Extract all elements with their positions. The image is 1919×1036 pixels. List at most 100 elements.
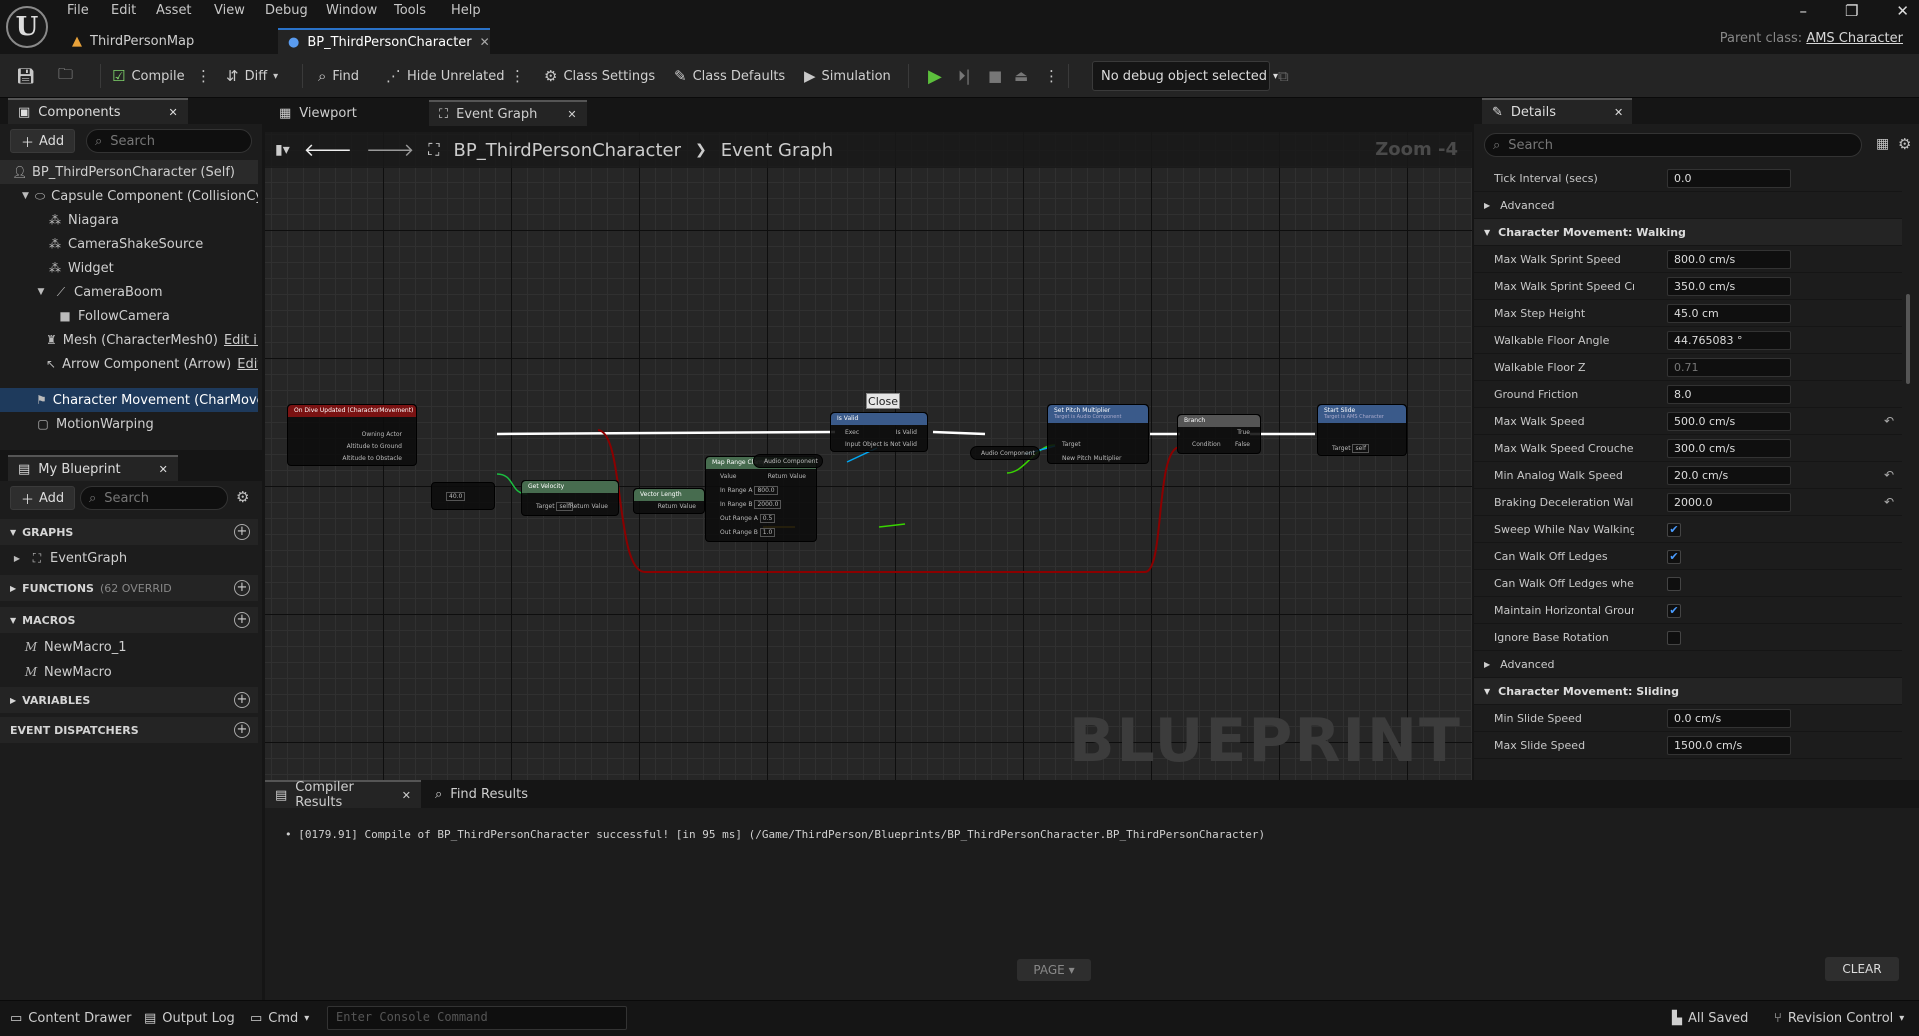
pin-target[interactable]: Target self — [1332, 444, 1370, 453]
revision-control-button[interactable]: ⑂ Revision Control ▾ — [1774, 1001, 1904, 1036]
debug-filter-button[interactable]: ⧉ — [1278, 54, 1289, 98]
pin-in-range-a[interactable]: In Range A 800.0 — [720, 486, 778, 495]
property-checkbox[interactable] — [1667, 631, 1681, 645]
close-icon[interactable]: ✕ — [169, 106, 178, 119]
play-options-icon[interactable]: ⋮ — [1044, 54, 1059, 98]
node-vector-length[interactable]: Vector Length Return Value — [633, 488, 705, 514]
content-drawer-button[interactable]: ▭ Content Drawer — [10, 1001, 131, 1036]
tree-item-motion-warping[interactable]: ▢ MotionWarping — [0, 412, 258, 436]
tab-bp-third-person-character[interactable]: ● BP_ThirdPersonCharacter ✕ — [278, 28, 490, 54]
section-graphs[interactable]: ▼ GRAPHS + — [0, 519, 258, 545]
node-is-valid[interactable]: Is Valid Exec Input Object Is Valid Is N… — [830, 412, 928, 452]
property-value-input[interactable]: 1500.0 cm/s — [1667, 736, 1791, 755]
property-value-input[interactable]: 350.0 cm/s — [1667, 277, 1791, 296]
close-icon[interactable]: ✕ — [1614, 106, 1623, 119]
pin-return-value[interactable]: Return Value — [570, 503, 608, 510]
menu-debug[interactable]: Debug — [265, 3, 308, 18]
menu-edit[interactable]: Edit — [111, 3, 136, 18]
minimize-icon[interactable]: – — [1799, 2, 1807, 20]
section-functions[interactable]: ▶ FUNCTIONS (62 OVERRID + — [0, 575, 258, 601]
property-checkbox[interactable]: ✔ — [1667, 604, 1681, 618]
pin-return-value[interactable]: Return Value — [768, 473, 806, 480]
tree-item-self[interactable]: 👤︎ BP_ThirdPersonCharacter (Self) — [0, 160, 258, 184]
add-dispatcher-icon[interactable]: + — [234, 722, 250, 738]
pin-condition[interactable]: Condition — [1192, 441, 1221, 448]
property-value-input[interactable]: 8.0 — [1667, 385, 1791, 404]
pin-is-valid[interactable]: Is Valid — [896, 429, 917, 436]
property-value-input[interactable]: 300.0 cm/s — [1667, 439, 1791, 458]
node-get-velocity[interactable]: Get Velocity Target self Return Value — [521, 480, 619, 516]
pin-altitude-ground[interactable]: Altitude to Ground — [347, 443, 402, 450]
node-audio-component[interactable]: Audio Component — [753, 454, 823, 468]
node-set-pitch-multiplier[interactable]: Set Pitch Multiplier Target is Audio Com… — [1047, 404, 1149, 464]
section-event-dispatchers[interactable]: EVENT DISPATCHERS + — [0, 717, 258, 743]
node-branch[interactable]: Branch Condition True False — [1177, 414, 1261, 454]
property-checkbox[interactable]: ✔ — [1667, 550, 1681, 564]
forward-arrow-icon[interactable]: 🡒 — [366, 140, 414, 161]
property-value-input[interactable]: 500.0 cm/s — [1667, 412, 1791, 431]
browse-button[interactable]: 🗀 — [58, 54, 73, 98]
edit-in-link[interactable]: Edit in — [237, 357, 258, 372]
menu-tools[interactable]: Tools — [394, 3, 426, 18]
collapse-icon[interactable]: ▼ — [34, 287, 48, 297]
tab-third-person-map[interactable]: ▲ ThirdPersonMap — [62, 28, 272, 54]
reset-to-default-icon[interactable]: ↶ — [1884, 495, 1894, 509]
breadcrumb-graph[interactable]: Event Graph — [721, 140, 834, 161]
add-variable-icon[interactable]: + — [234, 692, 250, 708]
property-checkbox[interactable] — [1667, 577, 1681, 591]
tree-item-capsule[interactable]: ▼ ⬭ Capsule Component (CollisionCylin — [0, 184, 258, 208]
output-log-button[interactable]: ▤ Output Log — [144, 1001, 235, 1036]
pin-return-value[interactable]: Return Value — [658, 503, 696, 510]
diff-button[interactable]: ⇵ Diff ▾ — [226, 54, 278, 98]
property-value-input[interactable]: 0.71 — [1667, 358, 1791, 377]
pin-target[interactable]: Target — [1062, 441, 1081, 448]
tree-item-widget[interactable]: ⁂ Widget — [0, 256, 258, 280]
pin-true[interactable]: True — [1237, 429, 1250, 436]
property-checkbox[interactable]: ✔ — [1667, 523, 1681, 537]
eject-button[interactable]: ⏏ — [1014, 54, 1028, 98]
pin-is-not-valid[interactable]: Is Not Valid — [883, 441, 917, 448]
hide-unrelated-button[interactable]: ⋰ Hide Unrelated — [386, 54, 505, 98]
section-variables[interactable]: ▶ VARIABLES + — [0, 687, 258, 713]
menu-window[interactable]: Window — [326, 3, 377, 18]
collapse-icon[interactable]: ▼ — [22, 191, 29, 201]
settings-gear-icon[interactable]: ⚙ — [236, 488, 249, 506]
menu-help[interactable]: Help — [451, 3, 481, 18]
compile-button[interactable]: ☑ Compile — [112, 54, 185, 98]
tab-compiler-results[interactable]: ▤ Compiler Results ✕ — [265, 780, 421, 810]
property-value-input[interactable]: 0.0 — [1667, 169, 1791, 188]
settings-gear-icon[interactable]: ⚙ — [1898, 135, 1911, 153]
add-graph-icon[interactable]: + — [234, 524, 250, 540]
expand-icon[interactable]: ▶ — [10, 554, 24, 563]
menu-view[interactable]: View — [214, 3, 245, 18]
parent-class-link[interactable]: AMS Character — [1806, 31, 1903, 46]
reset-to-default-icon[interactable]: ↶ — [1884, 468, 1894, 482]
class-settings-button[interactable]: ⚙ Class Settings — [544, 54, 655, 98]
macro-item[interactable]: M NewMacro_1 — [0, 635, 258, 659]
hierarchy-icon[interactable]: ⛶ — [428, 140, 439, 160]
restore-icon[interactable]: ❐ — [1845, 2, 1858, 20]
tab-components[interactable]: ▣ Components ✕ — [8, 98, 188, 124]
tree-item-camera-boom[interactable]: ▼ ⟋ CameraBoom — [0, 280, 258, 304]
macro-item[interactable]: M NewMacro — [0, 660, 258, 684]
all-saved-button[interactable]: ▙ All Saved — [1672, 1001, 1748, 1036]
close-tab-icon[interactable]: ✕ — [480, 35, 490, 49]
node-audio-component[interactable]: Audio Component — [970, 446, 1040, 460]
node-start-slide[interactable]: Start Slide Target is AMS Character Targ… — [1317, 404, 1407, 456]
back-arrow-icon[interactable]: 🡐 — [304, 140, 352, 161]
property-value-input[interactable]: 0.0 cm/s — [1667, 709, 1791, 728]
details-advanced-toggle[interactable]: ▶ Advanced — [1474, 192, 1902, 219]
find-button[interactable]: ⌕ Find — [318, 54, 359, 98]
tree-item-arrow[interactable]: ↖ Arrow Component (Arrow) Edit in — [0, 352, 258, 376]
property-value-input[interactable]: 44.765083 ° — [1667, 331, 1791, 350]
menu-file[interactable]: File — [67, 3, 89, 18]
advance-frame-button[interactable]: ⏵︎| — [958, 54, 971, 98]
constant-value[interactable]: 40.0 — [446, 492, 466, 501]
table-view-icon[interactable]: ▦ — [1876, 136, 1889, 152]
pin-owning-actor[interactable]: Owning Actor — [362, 431, 402, 438]
property-value-input[interactable]: 45.0 cm — [1667, 304, 1791, 323]
tree-item-follow-camera[interactable]: ■ FollowCamera — [0, 304, 258, 328]
my-blueprint-search-input[interactable]: ⌕ Search — [80, 486, 228, 510]
section-macros[interactable]: ▼ MACROS + — [0, 607, 258, 633]
cmd-dropdown[interactable]: ▭ Cmd ▾ — [250, 1001, 309, 1036]
